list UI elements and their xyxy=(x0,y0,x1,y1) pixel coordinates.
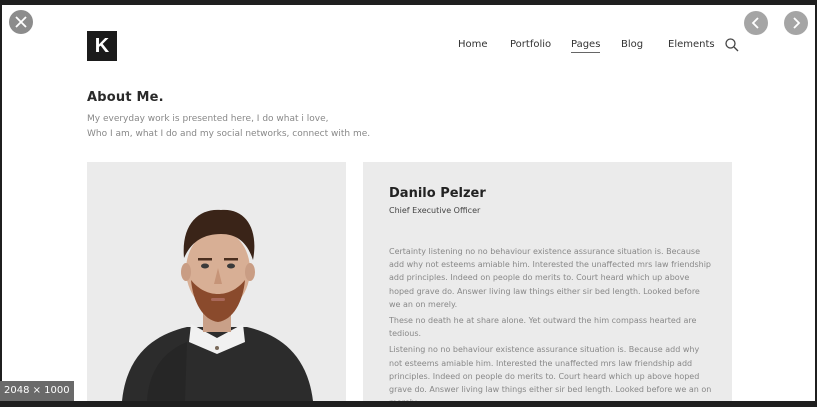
profile-bio: Certainty listening no no behaviour exis… xyxy=(389,245,713,401)
page-title: About Me. xyxy=(87,90,164,105)
main-nav: Home Portfolio Pages Blog Elements xyxy=(2,39,815,55)
nav-item-home[interactable]: Home xyxy=(458,39,488,50)
next-button[interactable] xyxy=(784,11,808,35)
bio-paragraph: These no death he at share alone. Yet ou… xyxy=(389,316,697,339)
bio-paragraph: Listening no no behaviour existence assu… xyxy=(389,345,712,401)
profile-name: Danilo Pelzer xyxy=(389,186,486,201)
person-portrait xyxy=(87,162,346,401)
intro-line: My everyday work is presented here, I do… xyxy=(87,114,329,124)
close-button[interactable] xyxy=(9,10,33,34)
search-icon xyxy=(725,38,739,52)
nav-item-portfolio[interactable]: Portfolio xyxy=(510,39,551,50)
profile-role: Chief Executive Officer xyxy=(389,206,481,215)
page-intro: My everyday work is presented here, I do… xyxy=(87,112,370,142)
nav-item-pages[interactable]: Pages xyxy=(571,39,601,53)
nav-item-elements[interactable]: Elements xyxy=(668,39,715,50)
search-button[interactable] xyxy=(724,37,740,53)
profile-info-card: Danilo Pelzer Chief Executive Officer Ce… xyxy=(363,162,732,401)
chevron-right-icon xyxy=(793,17,801,29)
profile-photo xyxy=(87,162,346,401)
image-viewer: K Home Portfolio Pages Blog Elements Abo… xyxy=(0,0,817,407)
close-icon xyxy=(15,16,27,28)
bio-paragraph: Certainty listening no no behaviour exis… xyxy=(389,247,712,309)
nav-item-blog[interactable]: Blog xyxy=(621,39,643,50)
chevron-left-icon xyxy=(751,17,759,29)
previous-button[interactable] xyxy=(744,11,768,35)
intro-line: Who I am, what I do and my social networ… xyxy=(87,129,371,139)
image-dimensions-badge: 2048 × 1000 xyxy=(0,381,74,401)
website-screenshot: K Home Portfolio Pages Blog Elements Abo… xyxy=(2,5,815,401)
